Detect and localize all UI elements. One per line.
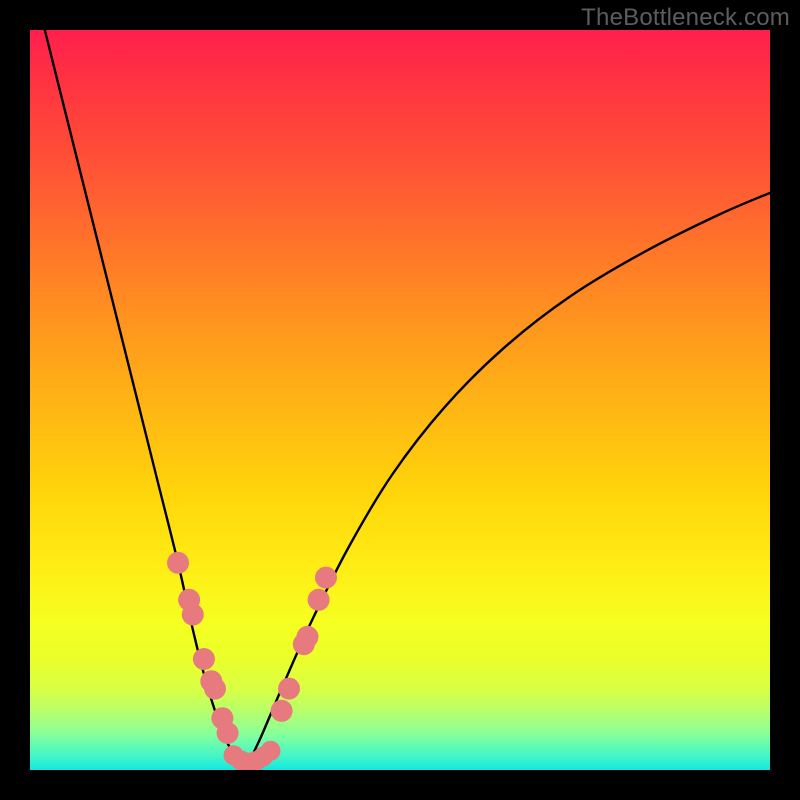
dot-left-5	[204, 678, 226, 700]
watermark-text: TheBottleneck.com	[581, 4, 790, 32]
dot-right-0	[271, 700, 293, 722]
outer-frame: TheBottleneck.com	[0, 0, 800, 800]
dot-right-1	[278, 678, 300, 700]
dot-right-4	[308, 589, 330, 611]
dot-left-2	[182, 604, 204, 626]
dot-right-5	[315, 567, 337, 589]
dot-right-3	[297, 626, 319, 648]
dots-group	[167, 552, 337, 770]
chart-svg	[30, 30, 770, 770]
dot-bottom-5	[261, 741, 281, 761]
curves-group	[45, 30, 770, 770]
dot-left-0	[167, 552, 189, 574]
curve-right-curve	[245, 193, 770, 770]
plot-area	[30, 30, 770, 770]
dot-left-7	[217, 722, 239, 744]
dot-left-3	[193, 648, 215, 670]
